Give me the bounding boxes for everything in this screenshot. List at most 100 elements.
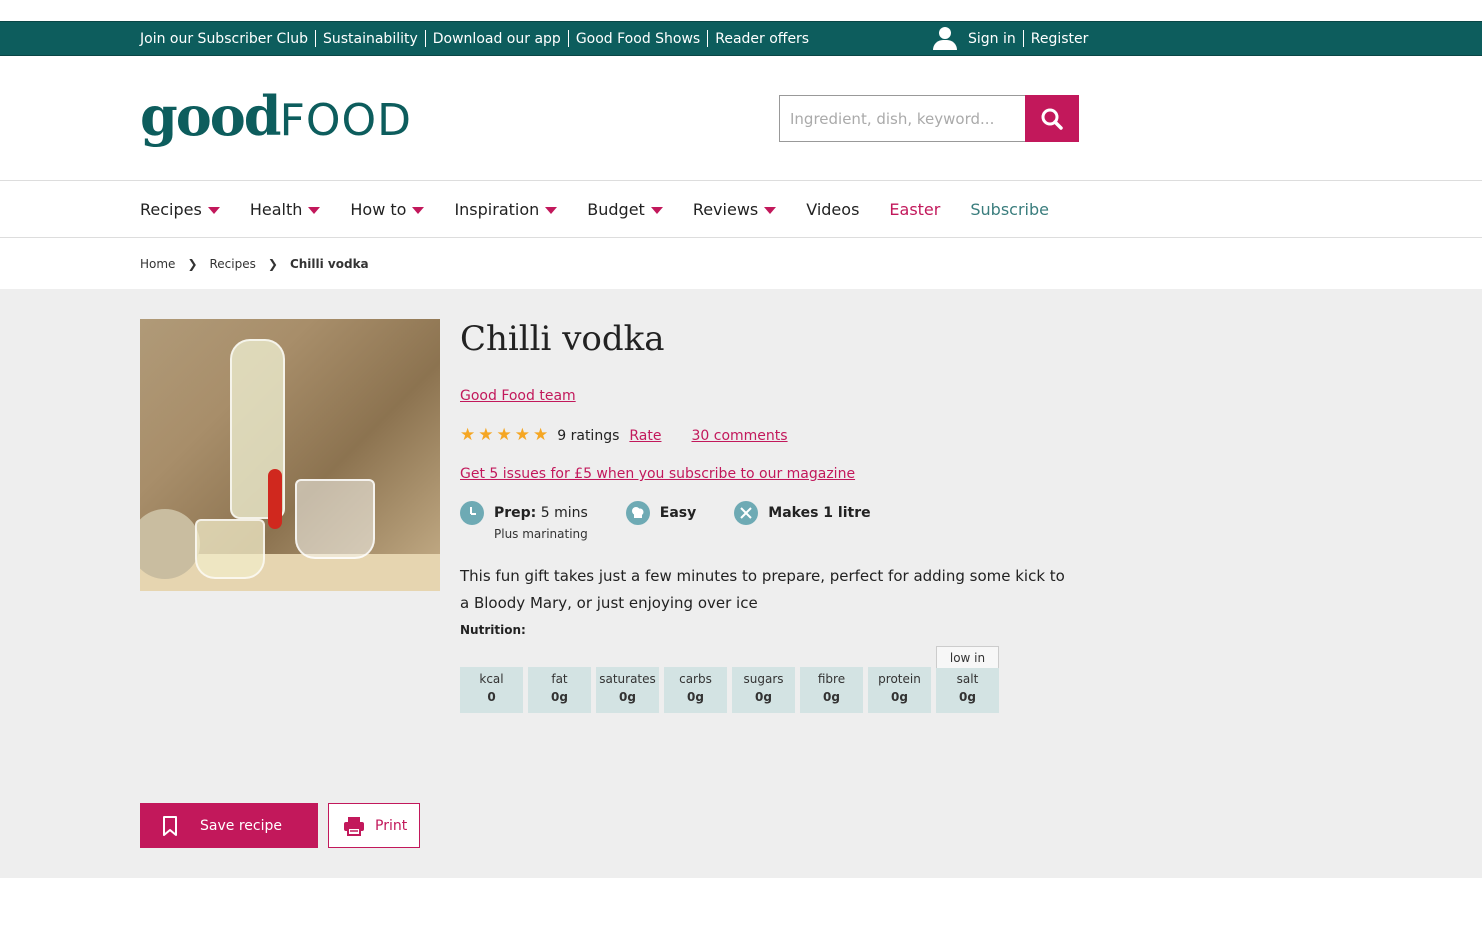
nutrient-value: 0 xyxy=(487,690,496,704)
chef-hat-icon xyxy=(625,501,650,525)
nav-label: Easter xyxy=(889,199,941,219)
nutrient-name: kcal xyxy=(479,672,504,686)
print-button[interactable]: Print xyxy=(328,803,420,848)
prep-time: Prep: 5 mins Plus marinating xyxy=(460,501,588,541)
nutrient-value: 0g xyxy=(823,690,840,704)
good-food-shows-link[interactable]: Good Food Shows xyxy=(576,31,700,47)
makes-value: Makes 1 litre xyxy=(768,505,871,521)
breadcrumb-recipes[interactable]: Recipes xyxy=(210,257,256,271)
chevron-down-icon xyxy=(764,206,777,214)
nav-label: Videos xyxy=(806,199,860,219)
save-recipe-button[interactable]: Save recipe xyxy=(140,803,318,848)
search-input[interactable] xyxy=(779,95,1025,142)
site-header: good FOOD xyxy=(0,56,1482,181)
breadcrumb-home[interactable]: Home xyxy=(140,257,175,271)
comments-link[interactable]: 30 comments xyxy=(691,428,787,444)
chevron-down-icon xyxy=(308,206,321,214)
user-icon[interactable] xyxy=(932,26,958,51)
servings: Makes 1 litre xyxy=(734,501,871,541)
top-whitespace xyxy=(0,0,1482,21)
search-icon xyxy=(1041,108,1063,130)
star-icon: ★ xyxy=(478,425,494,445)
utility-links: Join our Subscriber Club Sustainability … xyxy=(140,22,809,55)
nav-label: Recipes xyxy=(140,199,202,219)
difficulty-value: Easy xyxy=(659,505,697,521)
nav-item-health[interactable]: Health xyxy=(250,200,321,219)
reader-offers-link[interactable]: Reader offers xyxy=(715,31,809,47)
nutrition-heading: Nutrition: xyxy=(460,623,526,637)
nav-label: Health xyxy=(249,199,303,219)
chevron-down-icon xyxy=(207,206,220,214)
difficulty: Easy xyxy=(625,501,697,541)
nav-label: Inspiration xyxy=(454,199,540,219)
chevron-right-icon: ❯ xyxy=(187,256,198,271)
star-icon: ★ xyxy=(460,425,476,445)
divider xyxy=(567,30,569,47)
ratings-row: ★ ★ ★ ★ ★ 9 ratings Rate 30 comments xyxy=(460,427,788,444)
search-bar xyxy=(779,95,1079,142)
chevron-down-icon xyxy=(545,206,558,214)
nutrient-name: salt xyxy=(956,672,979,686)
prep-label: Prep: xyxy=(494,505,537,521)
subscribe-promo-link[interactable]: Get 5 issues for £5 when you subscribe t… xyxy=(460,466,855,482)
ratings-count: 9 ratings xyxy=(557,427,620,444)
print-label: Print xyxy=(375,817,408,834)
nav-item-reviews[interactable]: Reviews xyxy=(692,199,777,219)
nutrition-item: fat 0g xyxy=(528,646,591,713)
good-food-logo[interactable]: good FOOD xyxy=(140,84,412,148)
nutrition-item: sugars 0g xyxy=(732,646,795,713)
register-link[interactable]: Register xyxy=(1031,31,1089,47)
search-button[interactable] xyxy=(1025,95,1079,142)
breadcrumb: Home ❯ Recipes ❯ Chilli vodka xyxy=(0,238,1482,289)
nutrition-item: low in salt 0g xyxy=(936,646,999,713)
nutrition-table: kcal 0 fat 0g saturates 0g carbs 0g sugars 0g… xyxy=(460,646,1004,713)
low-in-badge: low in xyxy=(936,646,999,668)
nutrient-name: sugars xyxy=(743,672,784,686)
star-icon: ★ xyxy=(496,425,512,445)
account-links: Sign in Register xyxy=(932,22,1088,55)
nutrition-item: kcal 0 xyxy=(460,646,523,713)
nutrient-name: protein xyxy=(878,672,921,686)
nav-item-budget[interactable]: Budget xyxy=(587,200,663,219)
main-navigation: Recipes Health How to Inspiration Budget… xyxy=(0,181,1482,238)
prep-note: Plus marinating xyxy=(494,527,588,541)
nav-item-easter[interactable]: Easter xyxy=(889,200,940,219)
nutrient-name: fat xyxy=(551,672,568,686)
nav-item-videos[interactable]: Videos xyxy=(806,200,859,219)
nutrient-name: saturates xyxy=(599,672,656,686)
chevron-right-icon: ❯ xyxy=(267,256,278,271)
nav-item-how-to[interactable]: How to xyxy=(350,200,425,219)
subscriber-club-link[interactable]: Join our Subscriber Club xyxy=(140,31,308,47)
rate-link[interactable]: Rate xyxy=(629,428,661,444)
nav-item-inspiration[interactable]: Inspiration xyxy=(454,199,558,219)
nutrient-value: 0g xyxy=(959,690,976,704)
logo-food: FOOD xyxy=(279,95,413,146)
recipe-section: Chilli vodka Good Food team ★ ★ ★ ★ ★ 9 … xyxy=(0,289,1482,878)
nutrient-name: carbs xyxy=(679,672,712,686)
divider xyxy=(1022,30,1024,47)
nutrition-item: carbs 0g xyxy=(664,646,727,713)
nutrient-value: 0g xyxy=(755,690,772,704)
nav-label: Subscribe xyxy=(970,199,1049,219)
recipe-description: This fun gift takes just a few minutes t… xyxy=(460,567,1065,612)
nav-item-recipes[interactable]: Recipes xyxy=(140,200,220,219)
nutrition-item: fibre 0g xyxy=(800,646,863,713)
utility-bar: Join our Subscriber Club Sustainability … xyxy=(0,21,1482,56)
download-app-link[interactable]: Download our app xyxy=(433,31,561,47)
nav-label: Budget xyxy=(587,199,645,219)
author-link[interactable]: Good Food team xyxy=(460,388,576,404)
chevron-down-icon xyxy=(650,206,663,214)
nav-label: Reviews xyxy=(692,199,759,219)
star-rating: ★ ★ ★ ★ ★ xyxy=(460,427,551,444)
sustainability-link[interactable]: Sustainability xyxy=(323,31,418,47)
recipe-title: Chilli vodka xyxy=(460,319,665,359)
bookmark-icon xyxy=(163,815,177,836)
sign-in-link[interactable]: Sign in xyxy=(968,31,1016,47)
clock-icon xyxy=(460,501,484,525)
nav-item-subscribe[interactable]: Subscribe xyxy=(970,200,1049,219)
prep-value: 5 mins xyxy=(540,505,588,521)
divider xyxy=(314,30,316,47)
nutrient-value: 0g xyxy=(619,690,636,704)
nutrient-value: 0g xyxy=(551,690,568,704)
nutrition-item: saturates 0g xyxy=(596,646,659,713)
